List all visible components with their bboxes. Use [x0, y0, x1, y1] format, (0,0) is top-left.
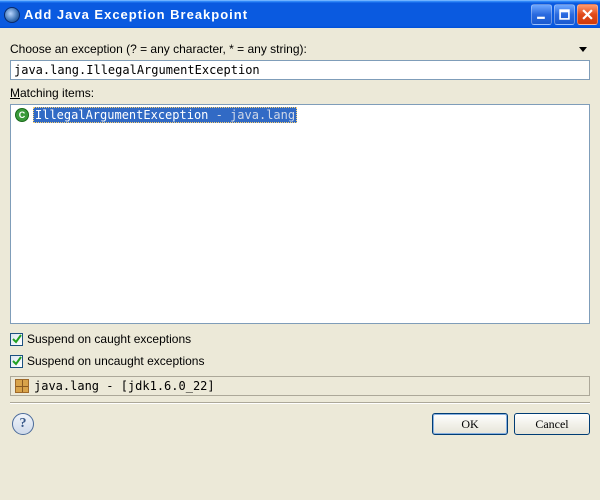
list-item[interactable]: C IllegalArgumentException - java.lang — [13, 107, 587, 123]
suspend-uncaught-label: Suspend on uncaught exceptions — [27, 354, 204, 368]
button-row: ? OK Cancel — [10, 413, 590, 435]
cancel-button[interactable]: Cancel — [514, 413, 590, 435]
suspend-caught-label: Suspend on caught exceptions — [27, 332, 191, 346]
window-controls — [531, 4, 598, 25]
history-dropdown-button[interactable] — [576, 42, 590, 56]
status-bar: java.lang - [jdk1.6.0_22] — [10, 376, 590, 396]
maximize-button[interactable] — [554, 4, 575, 25]
ok-button[interactable]: OK — [432, 413, 508, 435]
results-list[interactable]: C IllegalArgumentException - java.lang — [10, 104, 590, 324]
prompt-row: Choose an exception (? = any character, … — [10, 42, 590, 56]
divider — [10, 402, 590, 403]
class-icon: C — [15, 108, 29, 122]
window-title: Add Java Exception Breakpoint — [24, 7, 531, 22]
minimize-button[interactable] — [531, 4, 552, 25]
titlebar[interactable]: Add Java Exception Breakpoint — [0, 0, 600, 28]
exception-search-input[interactable] — [10, 60, 590, 80]
suspend-uncaught-checkbox[interactable] — [10, 355, 23, 368]
suspend-uncaught-row[interactable]: Suspend on uncaught exceptions — [10, 354, 590, 368]
status-text: java.lang - [jdk1.6.0_22] — [34, 379, 215, 393]
help-button[interactable]: ? — [12, 413, 34, 435]
package-icon — [15, 379, 29, 393]
eclipse-icon — [4, 7, 20, 23]
matching-items-label: Matching items: — [10, 86, 590, 100]
close-button[interactable] — [577, 4, 598, 25]
prompt-label: Choose an exception (? = any character, … — [10, 42, 576, 56]
suspend-caught-checkbox[interactable] — [10, 333, 23, 346]
dialog-content: Choose an exception (? = any character, … — [0, 28, 600, 500]
suspend-caught-row[interactable]: Suspend on caught exceptions — [10, 332, 590, 346]
list-item-label: IllegalArgumentException - java.lang — [33, 107, 297, 123]
